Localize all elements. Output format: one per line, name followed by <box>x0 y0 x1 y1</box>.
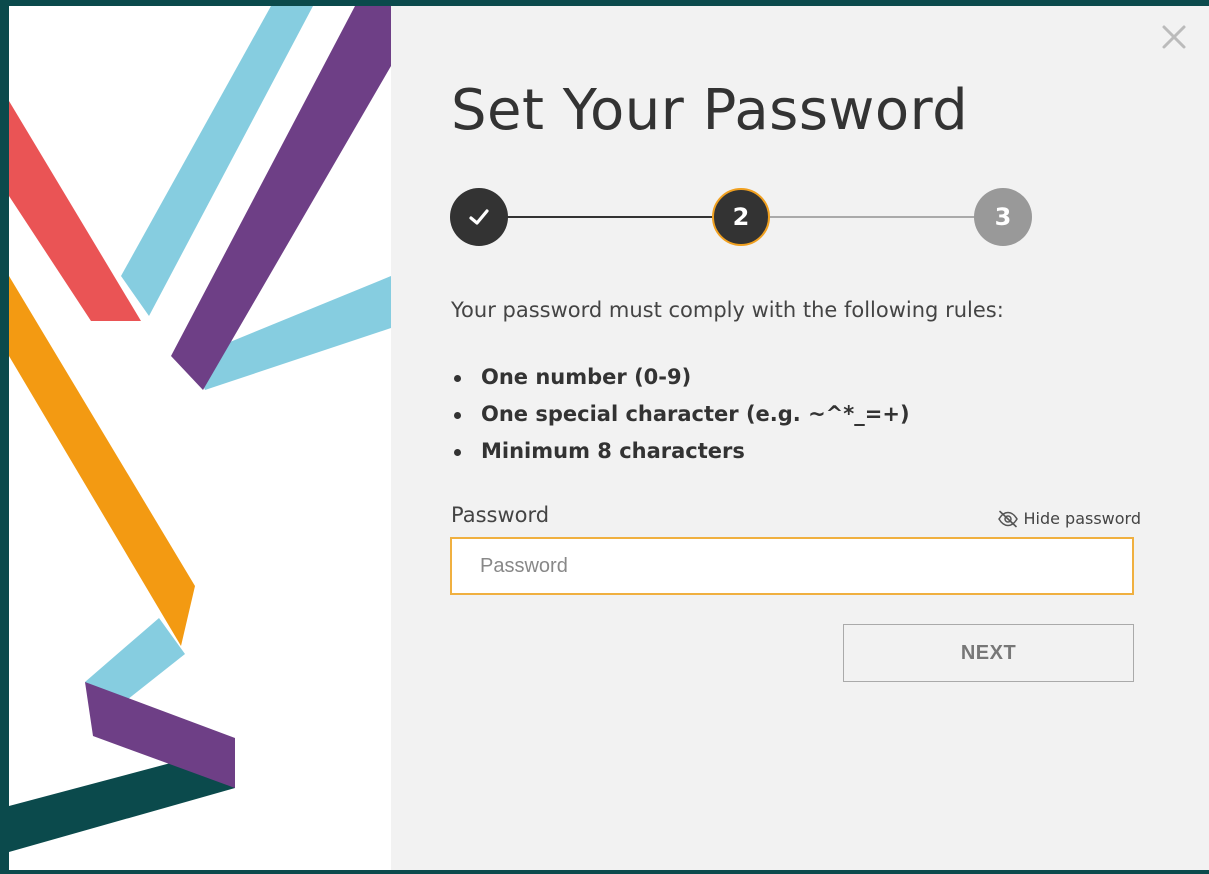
rule-item: One number (0-9) <box>451 362 910 399</box>
stepper-line-upcoming <box>769 216 1005 218</box>
password-rules-list: One number (0-9) One special character (… <box>451 362 910 473</box>
rules-intro: Your password must comply with the follo… <box>451 298 1004 322</box>
password-input[interactable] <box>450 537 1134 595</box>
hide-password-toggle[interactable]: Hide password <box>997 509 1141 528</box>
step-3-upcoming: 3 <box>974 188 1032 246</box>
hide-password-label: Hide password <box>1023 509 1141 528</box>
password-label: Password <box>451 503 550 527</box>
rule-item: One special character (e.g. ~^*_=+) <box>451 399 910 436</box>
close-icon <box>1162 25 1186 49</box>
ribbon-red <box>9 101 141 321</box>
rule-item: Minimum 8 characters <box>451 436 910 473</box>
step-1-completed <box>450 188 508 246</box>
decorative-ribbon-art <box>9 6 391 870</box>
ribbon-orange <box>9 276 195 646</box>
close-button[interactable] <box>1159 22 1189 52</box>
page-title: Set Your Password <box>451 78 969 143</box>
progress-stepper: 2 3 <box>450 188 1032 248</box>
stepper-line-completed <box>480 216 741 218</box>
eye-off-icon <box>998 510 1019 527</box>
step-2-current: 2 <box>712 188 770 246</box>
next-button[interactable]: NEXT <box>843 624 1134 682</box>
password-panel: Set Your Password 2 3 Your password must… <box>391 6 1209 870</box>
dialog-frame: Set Your Password 2 3 Your password must… <box>0 0 1209 874</box>
ribbon-illustration <box>9 6 391 852</box>
checkmark-icon <box>469 209 489 225</box>
